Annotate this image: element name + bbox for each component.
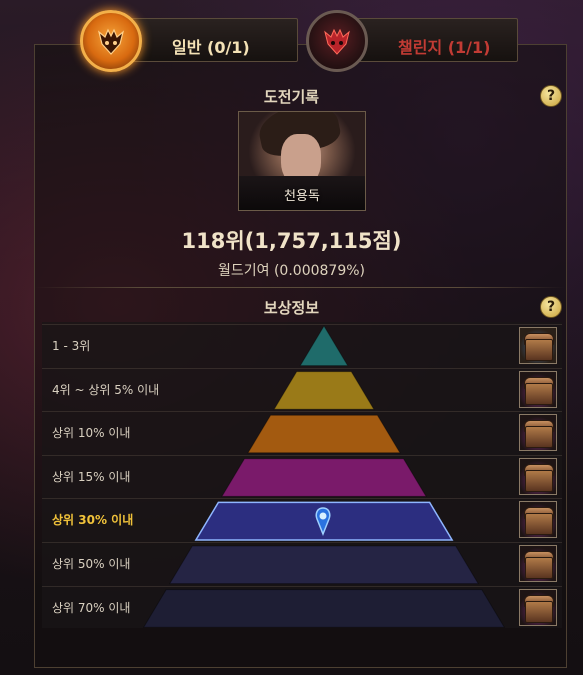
chest-icon[interactable] bbox=[519, 457, 557, 495]
current-rank-marker-icon bbox=[312, 506, 334, 540]
reward-tier-label: 1 - 3위 bbox=[52, 339, 91, 353]
reward-tier-row: 1 - 3위 bbox=[42, 324, 562, 366]
reward-tier-row: 상위 50% 이내 bbox=[42, 542, 562, 584]
reward-tier-label: 상위 30% 이내 bbox=[52, 513, 134, 528]
chest-icon[interactable] bbox=[519, 370, 557, 408]
chest-icon[interactable] bbox=[519, 588, 557, 626]
reward-tier-row: 상위 15% 이내 bbox=[42, 454, 562, 497]
reward-tier-row: 상위 70% 이내 bbox=[42, 585, 562, 628]
reward-tier-label: 상위 10% 이내 bbox=[52, 426, 131, 441]
chest-icon[interactable] bbox=[519, 414, 557, 452]
reward-tier-label: 상위 50% 이내 bbox=[52, 557, 131, 571]
reward-tier-label: 4위 ~ 상위 5% 이내 bbox=[52, 382, 160, 397]
gold-chest-icon[interactable] bbox=[519, 327, 557, 364]
chest-icon[interactable] bbox=[519, 501, 557, 539]
reward-tier-label: 상위 70% 이내 bbox=[52, 600, 131, 615]
reward-tier-row: 4위 ~ 상위 5% 이내 bbox=[42, 367, 562, 410]
reward-tier-label: 상위 15% 이내 bbox=[52, 469, 131, 484]
reward-tier-row: 상위 10% 이내 bbox=[42, 411, 562, 453]
chest-icon[interactable] bbox=[519, 545, 557, 582]
reward-tier-row: 상위 30% 이내 bbox=[42, 498, 562, 540]
